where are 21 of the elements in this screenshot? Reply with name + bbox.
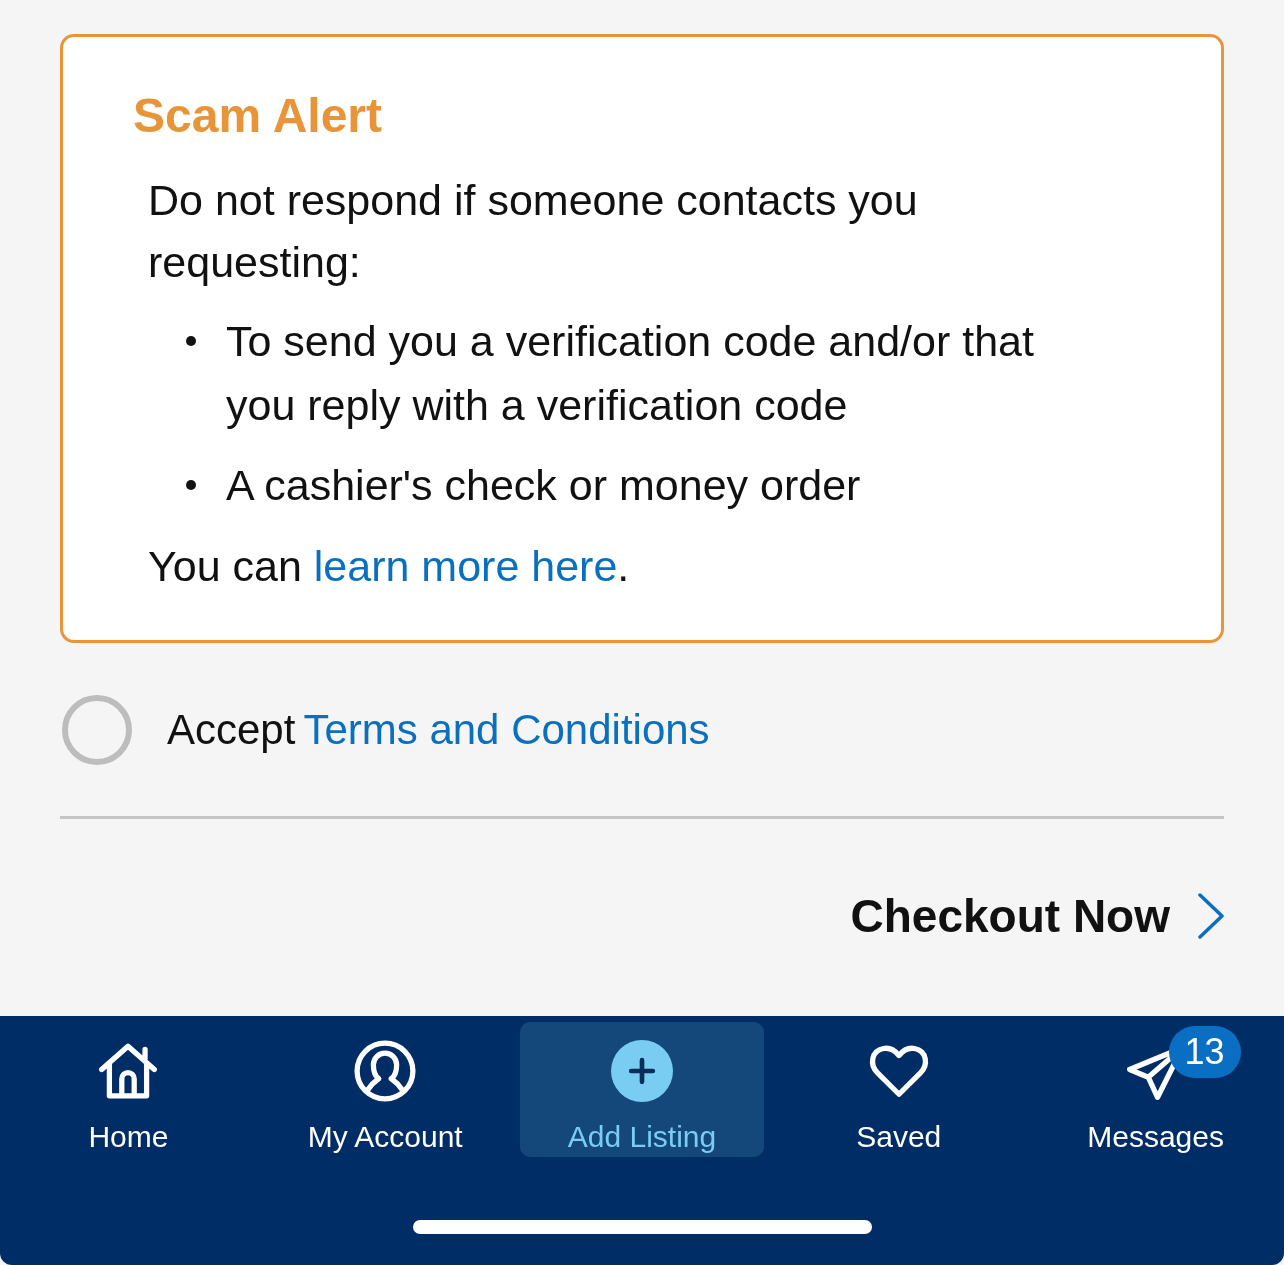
bullet-text: To send you a verification code and/or that you reply with a verification code: [226, 316, 1035, 431]
learn-more-link[interactable]: learn more here: [313, 542, 618, 590]
alert-footer: You can learn more here.: [148, 535, 988, 597]
nav-tab[interactable]: Saved: [776, 1022, 1021, 1157]
nav-tab[interactable]: Add Listing: [520, 1022, 764, 1157]
terms-link[interactable]: Terms and Conditions: [303, 706, 710, 754]
chevron-right-icon: [1198, 893, 1224, 939]
nav-tab[interactable]: Home: [6, 1022, 251, 1157]
account-icon: [354, 1040, 417, 1102]
bullet-text: A cashier's check or money order: [226, 460, 861, 511]
checkout-button[interactable]: Checkout Now: [850, 889, 1224, 943]
bullet-icon: [186, 480, 196, 490]
nav-tab[interactable]: My Account: [263, 1022, 508, 1157]
alert-title: Scam Alert: [133, 88, 383, 144]
accept-label: Accept: [167, 706, 296, 754]
accept-radio[interactable]: [62, 695, 132, 765]
count-badge: 13: [1168, 1026, 1241, 1078]
bullet-icon: [186, 336, 196, 346]
plus-circle-icon: [611, 1040, 673, 1102]
nav-tab[interactable]: 13 Messages: [1033, 1022, 1278, 1157]
alert-intro: Do not respond if someone contacts you requesting:: [148, 175, 919, 288]
